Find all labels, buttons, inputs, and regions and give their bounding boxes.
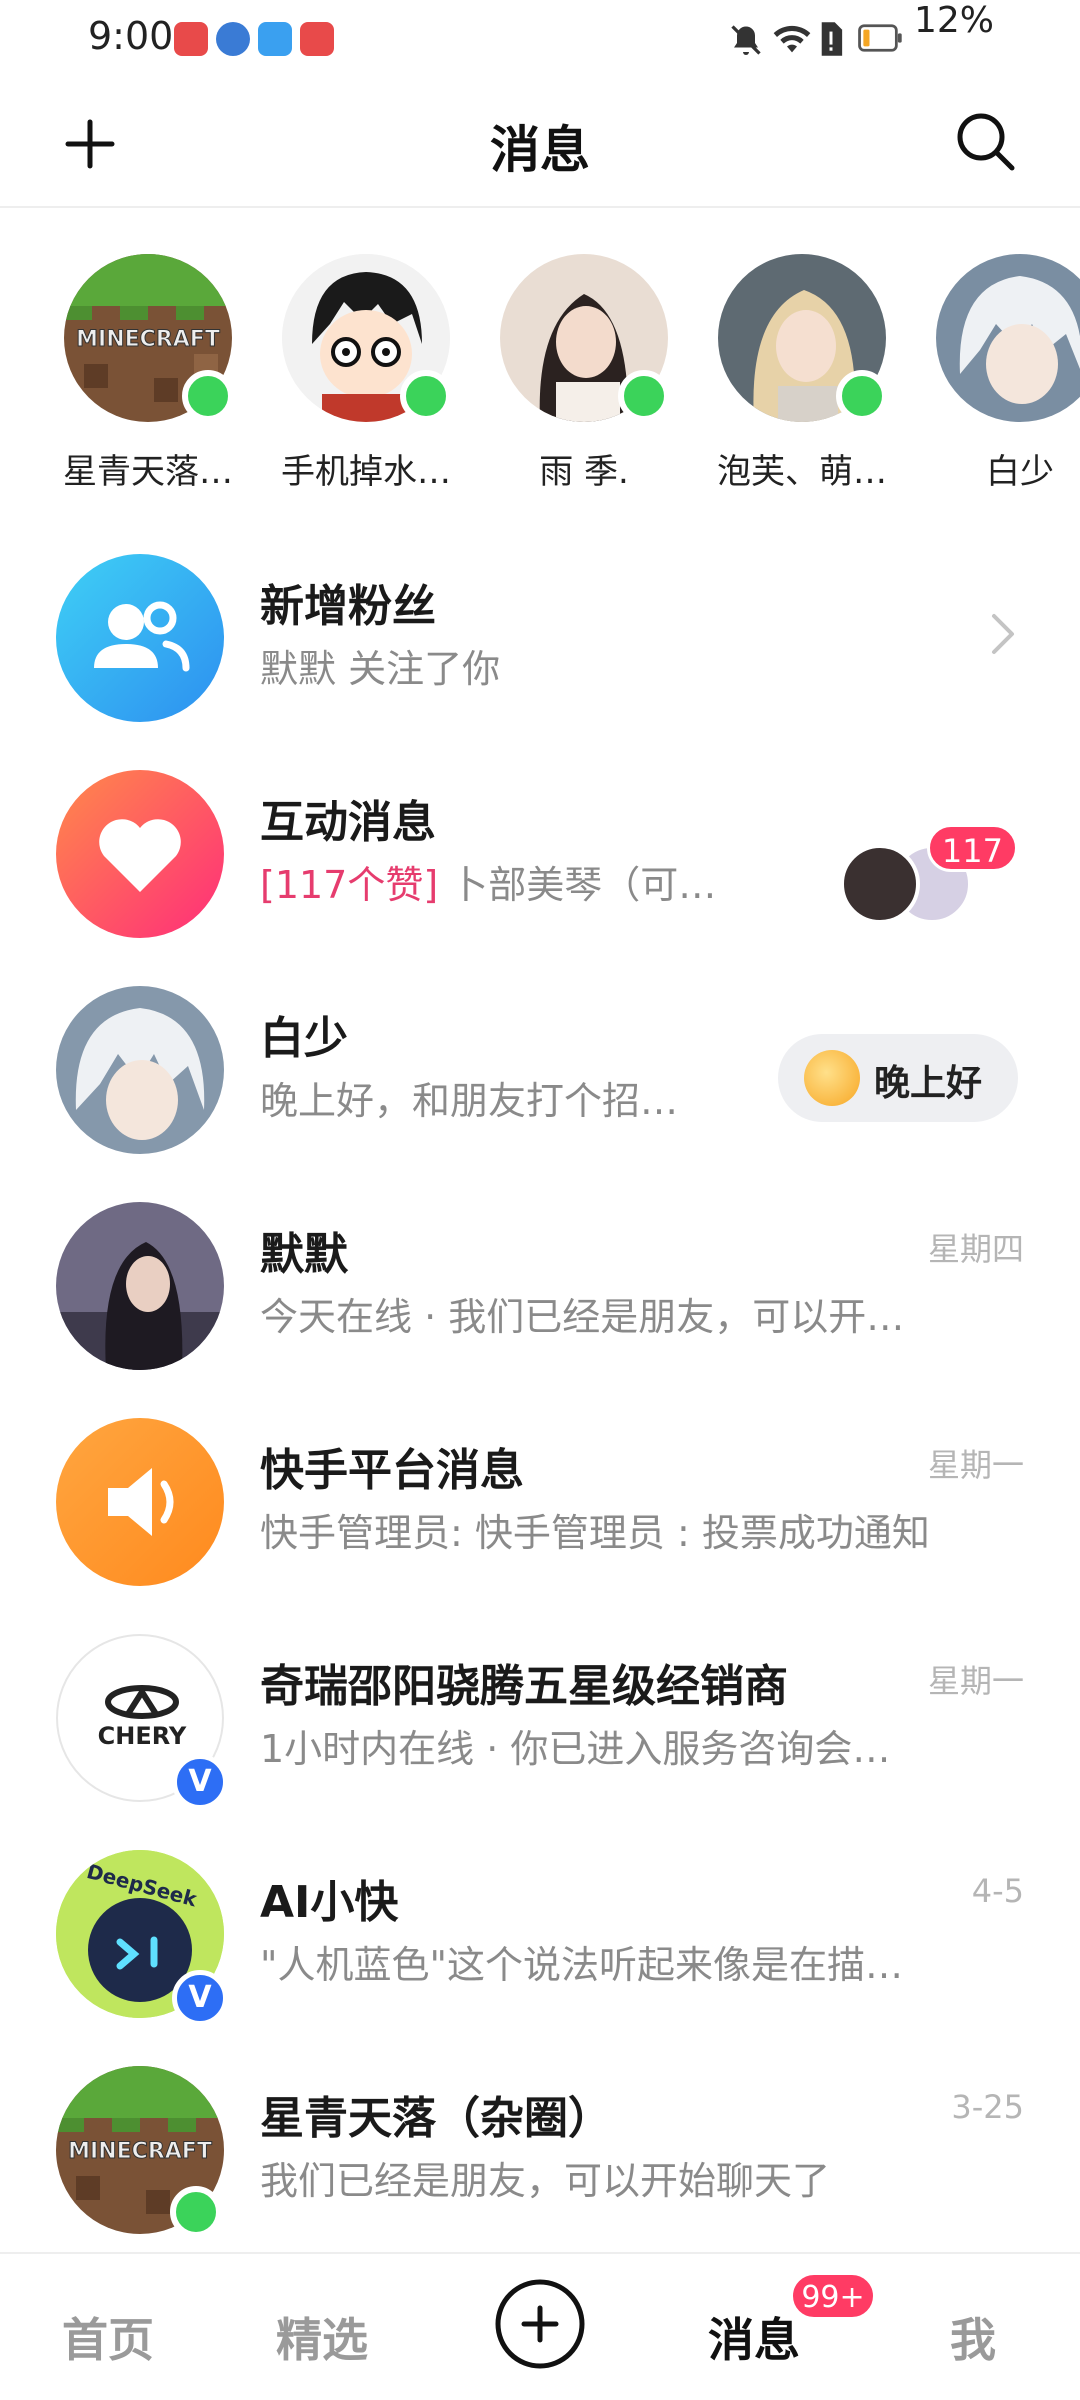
story-name: 雨 季. bbox=[539, 452, 629, 492]
list-item-preview: 今天在线 · 我们已经是朋友，可以开… bbox=[260, 1295, 905, 1339]
messages-badge: 99+ bbox=[790, 2272, 876, 2320]
nav-featured[interactable]: 精选 bbox=[276, 2304, 368, 2370]
list-item-preview: 晚上好，和朋友打个招… bbox=[260, 1079, 679, 1123]
list-item-preview: [117个赞] 卜部美琴（可… bbox=[260, 854, 716, 909]
story-name: 手机掉水… bbox=[281, 452, 451, 492]
minecraft-logo: MINECRAFT bbox=[68, 2139, 212, 2164]
wave-emoji-icon bbox=[804, 1050, 860, 1106]
list-item-time: 星期一 bbox=[927, 1446, 1024, 1484]
browser-icon bbox=[216, 22, 250, 56]
greet-button[interactable]: 晚上好 bbox=[778, 1034, 1018, 1122]
battery-percent: 12% bbox=[914, 0, 995, 41]
new-fans-icon bbox=[56, 554, 224, 722]
online-indicator bbox=[182, 370, 234, 422]
huawei-appgallery-icon bbox=[174, 22, 208, 56]
battery-low-icon bbox=[858, 24, 902, 52]
preview-text: 卜部美琴（可… bbox=[438, 863, 717, 907]
list-item-title: 白少 bbox=[260, 1013, 348, 1064]
avatar bbox=[56, 1202, 224, 1370]
avatar bbox=[56, 986, 224, 1154]
list-item-title: 星青天落（杂圈） bbox=[260, 2093, 612, 2144]
list-item-preview: 我们已经是朋友，可以开始聊天了 bbox=[260, 2159, 831, 2203]
list-item-preview: "人机蓝色"这个说法听起来像是在描… bbox=[260, 1943, 903, 1987]
list-item-interactions[interactable]: 互动消息 [117个赞] 卜部美琴（可… 117 bbox=[0, 744, 1080, 960]
chery-logo: CHERY bbox=[98, 1722, 187, 1750]
nav-home[interactable]: 首页 bbox=[62, 2304, 154, 2370]
list-item-title: 快手平台消息 bbox=[260, 1445, 524, 1496]
story-item[interactable]: MINECRAFT 星青天落… bbox=[34, 240, 234, 500]
list-item-new-fans[interactable]: 新增粉丝 默默 关注了你 bbox=[0, 528, 1080, 744]
list-item-preview: 快手管理员: 快手管理员 : 投票成功通知 bbox=[260, 1511, 930, 1555]
header: 消息 bbox=[0, 80, 1080, 208]
list-item-chat[interactable]: 白少 晚上好，和朋友打个招… 晚上好 bbox=[0, 960, 1080, 1176]
story-name: 白少 bbox=[986, 452, 1054, 492]
unread-badge: 117 bbox=[926, 824, 1018, 872]
list-item-preview: 默默 关注了你 bbox=[260, 647, 501, 691]
verified-badge-icon: V bbox=[172, 1754, 228, 1810]
avatar bbox=[840, 844, 920, 924]
search-icon[interactable] bbox=[952, 108, 1018, 174]
list-item-platform[interactable]: 快手平台消息 快手管理员: 快手管理员 : 投票成功通知 星期一 bbox=[0, 1392, 1080, 1608]
list-item-title: AI小快 bbox=[260, 1877, 399, 1928]
story-item[interactable]: 泡芙、萌… bbox=[688, 240, 888, 500]
list-item-title: 默默 bbox=[260, 1229, 348, 1280]
heart-icon bbox=[56, 770, 224, 938]
online-indicator bbox=[170, 2186, 222, 2238]
nav-messages[interactable]: 消息 bbox=[708, 2304, 800, 2370]
huawei-store-icon bbox=[300, 22, 334, 56]
online-indicator bbox=[836, 370, 888, 422]
list-item-time: 3-25 bbox=[951, 2088, 1024, 2126]
list-item-time: 4-5 bbox=[971, 1872, 1024, 1910]
nav-me[interactable]: 我 bbox=[950, 2304, 996, 2370]
status-bar: 9:00 12% bbox=[0, 0, 1080, 80]
create-plus-icon[interactable] bbox=[492, 2276, 588, 2372]
page-title: 消息 bbox=[490, 121, 590, 179]
story-name: 星青天落… bbox=[63, 452, 233, 492]
bell-muted-icon bbox=[731, 25, 761, 55]
chevron-right-icon bbox=[992, 614, 1014, 654]
likes-highlight: [117个赞] bbox=[260, 863, 439, 907]
speaker-icon bbox=[56, 1418, 224, 1586]
minecraft-logo: MINECRAFT bbox=[76, 327, 220, 352]
online-indicator bbox=[400, 370, 452, 422]
list-item-title: 奇瑞邵阳骁腾五星级经销商 bbox=[260, 1661, 788, 1712]
list-item-chat[interactable]: MINECRAFT 星青天落（杂圈） 我们已经是朋友，可以开始聊天了 3-25 bbox=[0, 2040, 1080, 2256]
online-indicator bbox=[618, 370, 670, 422]
list-item-chat[interactable]: 默默 今天在线 · 我们已经是朋友，可以开… 星期四 bbox=[0, 1176, 1080, 1392]
story-item[interactable]: 雨 季. bbox=[470, 240, 670, 500]
list-item-preview: 1小时内在线 · 你已进入服务咨询会… bbox=[260, 1727, 891, 1771]
status-time: 9:00 bbox=[88, 14, 174, 58]
list-item-title: 新增粉丝 bbox=[260, 581, 436, 632]
list-item-time: 星期四 bbox=[927, 1230, 1024, 1268]
story-item[interactable]: 白少 bbox=[906, 240, 1080, 500]
list-item-title: 互动消息 bbox=[260, 797, 436, 848]
list-item-time: 星期一 bbox=[927, 1662, 1024, 1700]
story-item[interactable]: 手机掉水… bbox=[252, 240, 452, 500]
weather-icon bbox=[258, 22, 292, 56]
story-name: 泡芙、萌… bbox=[717, 452, 887, 492]
list-item-ai[interactable]: DeepSeek V AI小快 "人机蓝色"这个说法听起来像是在描… 4-5 bbox=[0, 1824, 1080, 2040]
list-item-business[interactable]: CHERY V 奇瑞邵阳骁腾五星级经销商 1小时内在线 · 你已进入服务咨询会…… bbox=[0, 1608, 1080, 1824]
sim-icon bbox=[821, 22, 843, 56]
wifi-icon bbox=[773, 25, 811, 53]
greet-button-label: 晚上好 bbox=[874, 1063, 983, 1104]
avatar bbox=[936, 254, 1080, 422]
online-friends-row: MINECRAFT 星青天落… 手机掉水… 雨 季. 泡芙、萌… 白少 bbox=[0, 240, 1080, 500]
verified-badge-icon: V bbox=[172, 1970, 228, 2026]
bottom-nav: 首页 精选 消息 99+ 我 bbox=[0, 2252, 1080, 2400]
